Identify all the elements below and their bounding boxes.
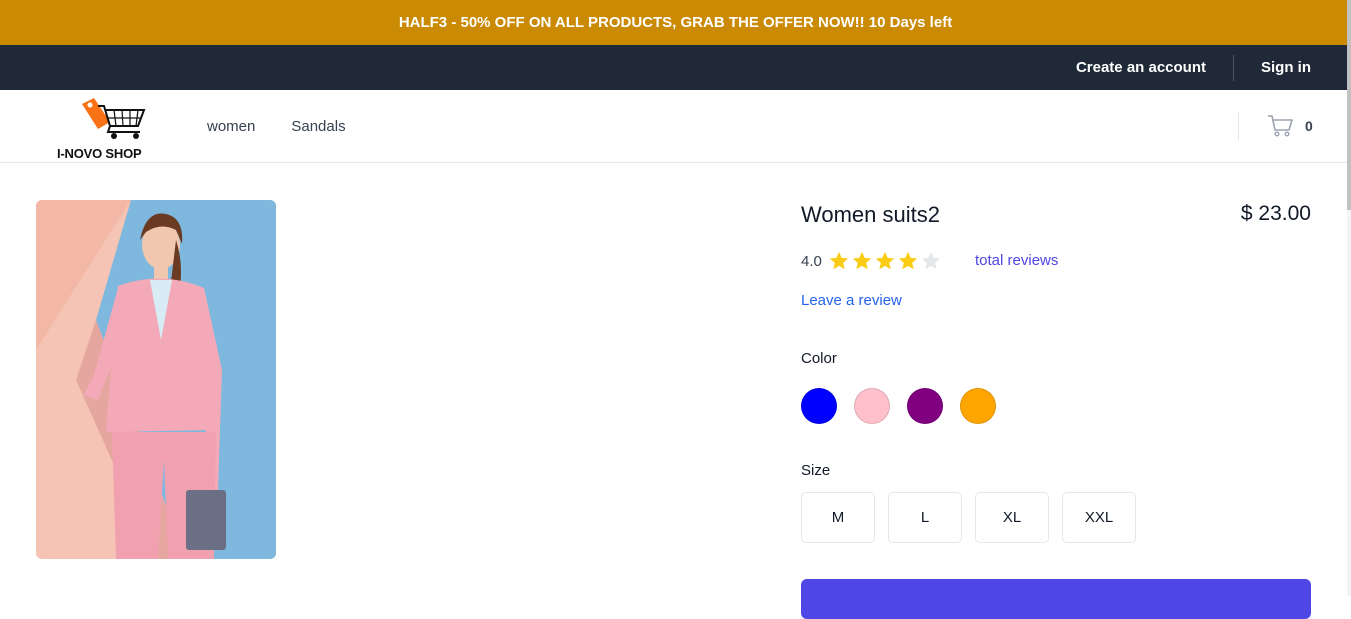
nav-link-sandals[interactable]: Sandals	[291, 118, 345, 135]
product-photo	[36, 200, 276, 559]
rating-stars	[828, 250, 942, 272]
total-reviews-link[interactable]: total reviews	[975, 252, 1058, 269]
divider	[1233, 54, 1234, 81]
product-price: $ 23.00	[1240, 202, 1311, 225]
logo-text: I-NOVO SHOP	[57, 146, 142, 161]
star-icon	[852, 251, 872, 270]
size-option-l[interactable]: L	[888, 492, 962, 543]
leave-review-link[interactable]: Leave a review	[801, 292, 902, 309]
cart-count: 0	[1305, 118, 1313, 134]
nav-link-women[interactable]: women	[207, 118, 255, 135]
top-bar: Create an account Sign in	[0, 45, 1351, 90]
color-label: Color	[801, 350, 837, 367]
size-options: M L XL XXL	[801, 492, 1136, 543]
sign-in-link[interactable]: Sign in	[1261, 59, 1311, 76]
color-swatch-2[interactable]	[907, 388, 943, 424]
nav-links: women Sandals	[207, 118, 346, 135]
star-icon	[875, 251, 895, 270]
shopping-cart-logo-icon	[82, 98, 146, 139]
scrollbar-thumb[interactable]	[1347, 0, 1351, 210]
rating-value: 4.0	[801, 252, 822, 270]
color-swatch-1[interactable]	[854, 388, 890, 424]
main-nav: I-NOVO SHOP women Sandals 0	[0, 90, 1351, 163]
star-icon	[898, 251, 918, 270]
color-options	[801, 388, 996, 424]
promo-text: HALF3 - 50% OFF ON ALL PRODUCTS, GRAB TH…	[398, 14, 953, 31]
size-option-xxl[interactable]: XXL	[1062, 492, 1136, 543]
star-icon	[829, 251, 849, 270]
size-option-xl[interactable]: XL	[975, 492, 1049, 543]
create-account-link[interactable]: Create an account	[1076, 59, 1206, 76]
color-swatch-3[interactable]	[960, 388, 996, 424]
cart-button[interactable]: 0	[1238, 112, 1313, 140]
rating: 4.0	[801, 250, 942, 272]
cart-icon	[1268, 115, 1293, 137]
promo-banner: HALF3 - 50% OFF ON ALL PRODUCTS, GRAB TH…	[0, 0, 1351, 45]
add-to-cart-button[interactable]	[801, 579, 1311, 619]
star-icon	[921, 251, 941, 270]
product-image[interactable]	[36, 200, 276, 559]
color-swatch-0[interactable]	[801, 388, 837, 424]
product-title: Women suits2	[801, 202, 940, 227]
size-label: Size	[801, 462, 831, 479]
logo[interactable]: I-NOVO SHOP	[56, 96, 156, 161]
size-option-m[interactable]: M	[801, 492, 875, 543]
